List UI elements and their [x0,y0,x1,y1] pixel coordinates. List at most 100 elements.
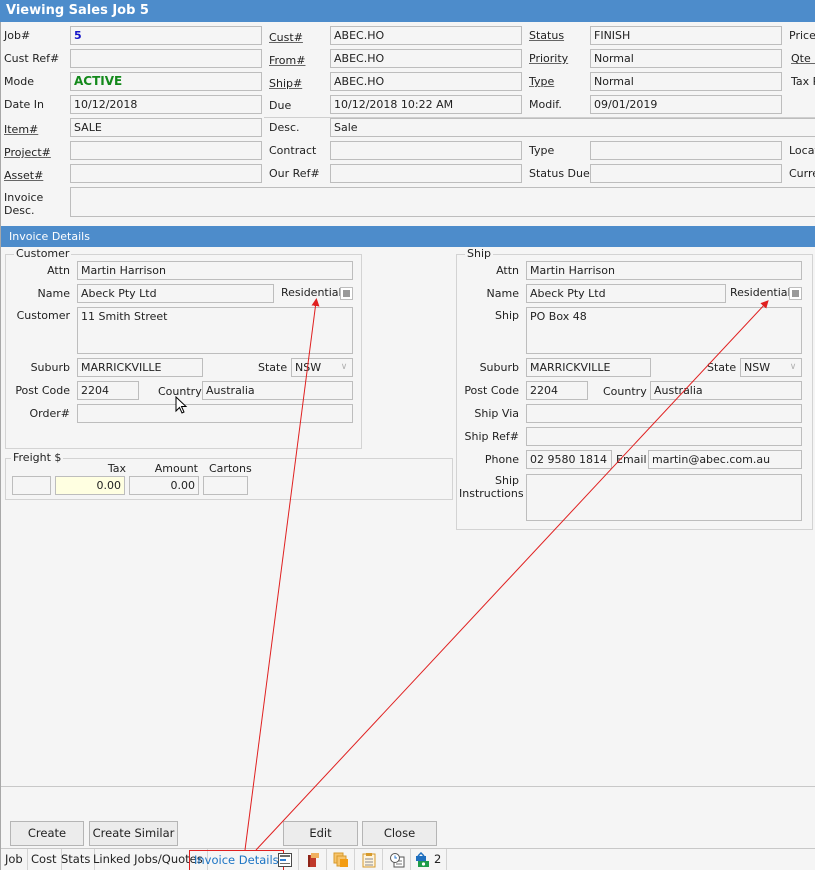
ship-instructions-field[interactable] [526,474,802,521]
freight-cartons-field[interactable] [203,476,248,495]
contract-label: Contract [269,144,317,157]
status-due-label: Status Due [529,167,590,180]
invoice-details-header: Invoice Details [1,226,815,247]
cust-suburb-field[interactable]: MARRICKVILLE [77,358,203,377]
ship-email-label: Email [616,453,647,466]
close-button[interactable]: Close [362,821,437,846]
item-field[interactable]: SALE [70,118,262,137]
ship-suburb-label: Suburb [479,361,519,374]
project-field[interactable] [70,141,262,160]
ship-state-label: State [707,361,737,374]
tab-rewards[interactable]: 2 [411,849,447,870]
cust-ref-field[interactable] [70,49,262,68]
ship-via-field[interactable] [526,404,802,423]
priority-field[interactable]: Normal [590,49,782,68]
cust-name-field[interactable]: Abeck Pty Ltd [77,284,274,303]
ship-suburb-field[interactable]: MARRICKVILLE [526,358,651,377]
due-field[interactable]: 10/12/2018 10:22 AM [330,95,522,114]
status-label[interactable]: Status [529,29,564,42]
cust-residential-checkbox[interactable] [340,287,353,300]
status-field[interactable]: FINISH [590,26,782,45]
tab-invoice-details[interactable]: Invoice Details [189,850,284,870]
type-field[interactable]: Normal [590,72,782,91]
cust-postcode-field[interactable]: 2204 [77,381,139,400]
cust-name-label: Name [37,287,70,300]
priority-label[interactable]: Priority [529,52,568,65]
tax-label: Tax P [791,75,815,88]
price-label: Price [789,29,815,42]
desc-field[interactable]: Sale [330,118,815,137]
contract-field[interactable] [330,141,522,160]
create-similar-button[interactable]: Create Similar [89,821,178,846]
mode-field: ACTIVE [70,72,262,91]
tab-job[interactable]: Job [1,849,28,870]
chevron-down-icon[interactable]: ∨ [787,361,799,374]
our-ref-label: Our Ref# [269,167,320,180]
ship-email-field[interactable]: martin@abec.com.au [648,450,802,469]
tab-book[interactable] [299,849,327,870]
cust-ref-label: Cust Ref# [4,52,60,65]
freight-amount-field[interactable]: 0.00 [129,476,199,495]
cust-address-field[interactable]: 11 Smith Street [77,307,353,354]
ship-name-label: Name [486,287,519,300]
item-label[interactable]: Item# [4,123,38,136]
create-quote-button[interactable]: Create Quote [10,821,84,863]
invoice-desc-field[interactable] [70,187,815,217]
cust-country-field[interactable]: Australia [202,381,353,400]
type-label[interactable]: Type [529,75,554,88]
status-due-field[interactable] [590,164,782,183]
customer-group-title: Customer [14,247,72,260]
ship-postcode-field[interactable]: 2204 [526,381,588,400]
ship-phone-field[interactable]: 02 9580 1814 [526,450,612,469]
ship-state-select[interactable]: NSW ∨ [740,358,802,377]
tab-bar: Job Cost Stats Linked Jobs/Quotes Invoic… [1,848,815,870]
ship-address-field[interactable]: PO Box 48 [526,307,802,354]
ship-country-field[interactable]: Australia [650,381,802,400]
ship-label[interactable]: Ship# [269,77,302,90]
tab-form[interactable] [271,849,299,870]
job-number-field[interactable]: 5 [70,26,262,45]
cust-order-label: Order# [29,407,70,420]
ship-ref-label: Ship Ref# [464,430,520,443]
ship-attn-field[interactable]: Martin Harrison [526,261,802,280]
invoice-desc-label: Invoice Desc. [4,191,44,217]
ship-state-value: NSW [744,361,771,374]
cust-state-value: NSW [295,361,322,374]
qte-label[interactable]: Qte P [791,52,815,65]
rewards-icon [416,852,429,867]
edit-button[interactable]: Edit [283,821,358,846]
cust-state-select[interactable]: NSW ∨ [291,358,353,377]
our-ref-field[interactable] [330,164,522,183]
cust-postcode-label: Post Code [15,384,70,397]
asset-field[interactable] [70,164,262,183]
schedule-icon [390,853,405,868]
chevron-down-icon[interactable]: ∨ [338,361,350,374]
ship-ref-field[interactable] [526,427,802,446]
cust-order-field[interactable] [77,404,353,423]
date-in-field[interactable]: 10/12/2018 [70,95,262,114]
cust-state-label: State [258,361,288,374]
divider [264,117,815,118]
freight-tax-field[interactable]: 0.00 [55,476,125,495]
freight-cartons-label: Cartons [209,462,252,475]
type2-field[interactable] [590,141,782,160]
ship-field[interactable]: ABEC.HO [330,72,522,91]
tab-clipboard[interactable] [355,849,383,870]
from-label[interactable]: From# [269,54,305,67]
asset-label[interactable]: Asset# [4,169,43,182]
from-field[interactable]: ABEC.HO [330,49,522,68]
tab-schedule[interactable] [383,849,411,870]
mouse-cursor-icon [175,396,188,414]
ship-name-field[interactable]: Abeck Pty Ltd [526,284,726,303]
cust-field[interactable]: ABEC.HO [330,26,522,45]
ship-residential-checkbox[interactable] [789,287,802,300]
freight-field[interactable] [12,476,51,495]
ship-postcode-label: Post Code [464,384,519,397]
tab-documents[interactable] [327,849,355,870]
mode-label: Mode [4,75,34,88]
cust-label[interactable]: Cust# [269,31,303,44]
project-label[interactable]: Project# [4,146,51,159]
modif-label: Modif. [529,98,562,111]
window-title: Viewing Sales Job 5 [0,0,815,22]
cust-attn-field[interactable]: Martin Harrison [77,261,353,280]
